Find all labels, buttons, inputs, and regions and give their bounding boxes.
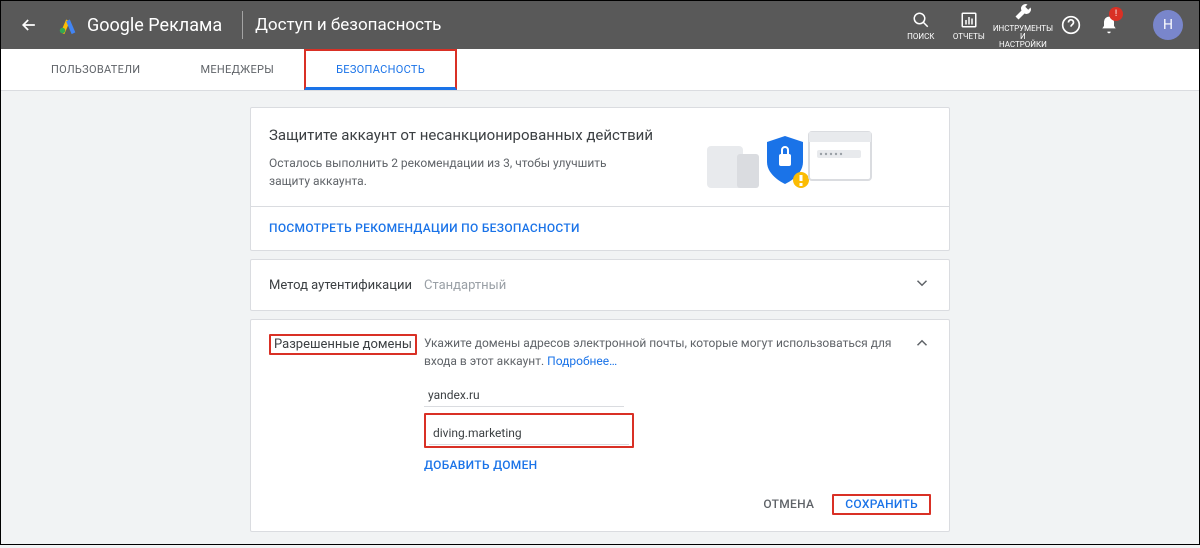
help-button[interactable] <box>1053 1 1089 49</box>
page-title: Доступ и безопасность <box>255 15 441 35</box>
google-ads-icon <box>57 14 79 36</box>
reports-label: ОТЧЕТЫ <box>953 33 985 41</box>
tab-managers[interactable]: МЕНЕДЖЕРЫ <box>170 49 304 90</box>
auth-method-label: Метод аутентификации <box>269 278 424 293</box>
header-tools: ПОИСК ОТЧЕТЫ ИНСТРУМЕНТЫ И НАСТРОЙКИ ! Н <box>897 1 1191 49</box>
security-card-title: Защитите аккаунт от несанкционированных … <box>269 126 653 144</box>
settings-label: ИНСТРУМЕНТЫ И НАСТРОЙКИ <box>993 25 1053 49</box>
divider <box>242 11 243 39</box>
domain-input-0[interactable]: yandex.ru <box>424 378 624 407</box>
app-header: Google Реклама Доступ и безопасность ПОИ… <box>1 1 1199 49</box>
search-label: ПОИСК <box>907 33 934 41</box>
save-button[interactable]: СОХРАНИТЬ <box>837 491 926 517</box>
arrow-left-icon <box>19 15 39 35</box>
security-recommendations-card: Защитите аккаунт от несанкционированных … <box>250 107 950 251</box>
learn-more-link[interactable]: Подробнее… <box>547 354 617 368</box>
notification-badge: ! <box>1109 7 1123 21</box>
auth-method-value: Стандартный <box>424 278 913 293</box>
settings-tool[interactable]: ИНСТРУМЕНТЫ И НАСТРОЙКИ <box>993 1 1053 49</box>
search-tool[interactable]: ПОИСК <box>897 1 945 49</box>
reports-icon <box>960 11 978 29</box>
cancel-button[interactable]: ОТМЕНА <box>755 491 822 517</box>
search-icon <box>912 11 930 29</box>
chevron-up-icon[interactable] <box>913 334 931 356</box>
domain-input-1[interactable]: diving.marketing <box>429 416 629 445</box>
tab-security[interactable]: БЕЗОПАСНОСТЬ <box>304 49 457 90</box>
notifications-button[interactable]: ! <box>1089 1 1129 49</box>
chevron-down-icon <box>913 274 931 296</box>
auth-method-row[interactable]: Метод аутентификации Стандартный <box>250 259 950 311</box>
tab-users[interactable]: ПОЛЬЗОВАТЕЛИ <box>21 49 170 90</box>
help-icon <box>1061 15 1081 35</box>
product-name: Google Реклама <box>87 15 222 36</box>
allowed-domains-label: Разрешенные домены <box>269 334 417 355</box>
main-content: Защитите аккаунт от несанкционированных … <box>1 91 1199 548</box>
avatar[interactable]: Н <box>1153 10 1183 40</box>
reports-tool[interactable]: ОТЧЕТЫ <box>945 1 993 49</box>
security-card-subtitle: Осталось выполнить 2 рекомендации из 3, … <box>269 154 649 190</box>
product-logo: Google Реклама <box>49 14 230 36</box>
add-domain-button[interactable]: ДОБАВИТЬ ДОМЕН <box>424 458 537 472</box>
view-recommendations-button[interactable]: ПОСМОТРЕТЬ РЕКОМЕНДАЦИИ ПО БЕЗОПАСНОСТИ <box>269 221 580 235</box>
wrench-icon <box>1014 3 1032 21</box>
allowed-domains-description: Укажите домены адресов электронной почты… <box>424 334 913 370</box>
tab-bar: ПОЛЬЗОВАТЕЛИ МЕНЕДЖЕРЫ БЕЗОПАСНОСТЬ <box>1 49 1199 91</box>
allowed-domains-card: Разрешенные домены Укажите домены адресо… <box>250 319 950 532</box>
back-button[interactable] <box>9 15 49 35</box>
security-illustration <box>653 126 931 196</box>
